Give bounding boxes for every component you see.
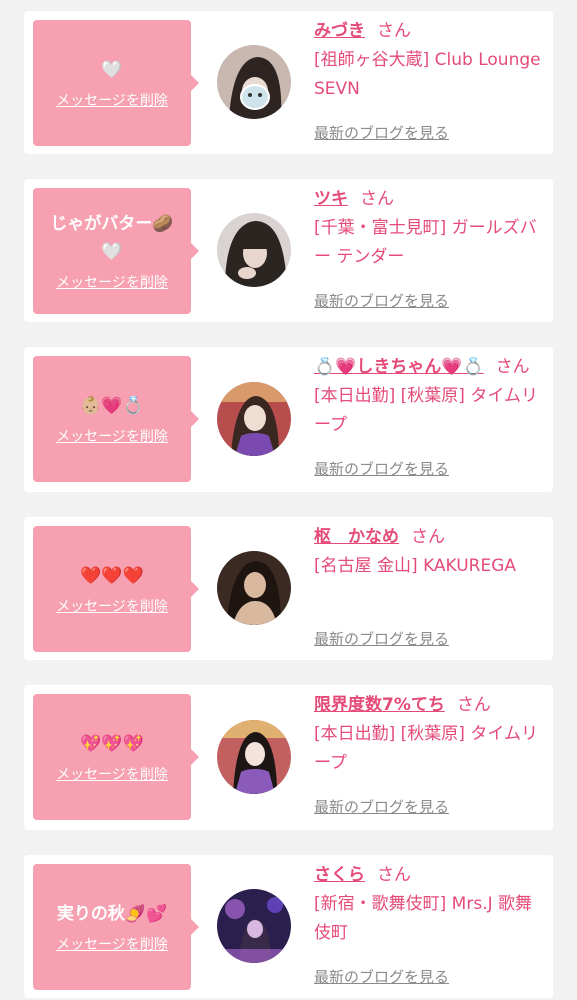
cast-name-link[interactable]: 💍💗しきちゃん💗💍 [314, 357, 484, 377]
message-text: ❤️❤️❤️ [80, 566, 144, 586]
favorite-card: 🤍 メッセージを削除 みづき さん [祖師ヶ谷大蔵] Club Lounge SE… [24, 11, 553, 154]
shop-name: [新宿・歌舞伎町] Mrs.J 歌舞伎町 [314, 894, 533, 943]
avatar[interactable] [217, 720, 291, 794]
delete-message-link[interactable]: メッセージを削除 [56, 90, 168, 110]
avatar[interactable] [217, 45, 291, 119]
avatar[interactable] [217, 382, 291, 456]
cast-name-link[interactable]: 限界度数7%てち [314, 695, 445, 715]
delete-message-link[interactable]: メッセージを削除 [56, 934, 168, 954]
honorific: さん [495, 357, 530, 377]
avatar[interactable] [217, 551, 291, 625]
shop-name: [名古屋 金山] KAKUREGA [314, 556, 517, 576]
favorite-card: 実りの秋🍠💕 メッセージを削除 さくら さん [新宿・歌舞伎町] Mrs.J 歌舞… [24, 855, 553, 998]
favorite-card: 💖💖💖 メッセージを削除 限界度数7%てち さん [本日出勤] [秋葉原] タイム… [24, 685, 553, 830]
favorite-card: ❤️❤️❤️ メッセージを削除 枢 かなめ さん [名古屋 金山] KAKUREG… [24, 517, 553, 660]
message-box: 💖💖💖 メッセージを削除 [33, 694, 199, 820]
cast-name-link[interactable]: みづき [314, 21, 365, 41]
favorite-info: さくら さん [新宿・歌舞伎町] Mrs.J 歌舞伎町 [314, 861, 544, 948]
honorific: さん [456, 695, 491, 715]
honorific: さん [360, 189, 394, 209]
message-text: 🤍 [101, 60, 123, 80]
delete-message-link[interactable]: メッセージを削除 [56, 764, 168, 784]
shop-name: [祖師ヶ谷大蔵] Club Lounge SEVN [314, 50, 541, 99]
favorite-info: 枢 かなめ さん [名古屋 金山] KAKUREGA [314, 523, 544, 581]
message-box: じゃがバター🥔🤍 メッセージを削除 [33, 188, 199, 314]
favorites-list: 🤍 メッセージを削除 みづき さん [祖師ヶ谷大蔵] Club Lounge SE… [0, 0, 577, 1000]
avatar[interactable] [217, 889, 291, 963]
delete-message-link[interactable]: メッセージを削除 [56, 426, 168, 446]
cast-name-link[interactable]: ツキ [314, 189, 348, 209]
latest-blog-link[interactable]: 最新のブログを見る [314, 290, 449, 311]
latest-blog-link[interactable]: 最新のブログを見る [314, 796, 449, 817]
message-text: 💖💖💖 [80, 734, 144, 754]
message-box: 🤍 メッセージを削除 [33, 20, 199, 146]
shop-name: [千葉・富士見町] ガールズバー テンダー [314, 218, 537, 267]
latest-blog-link[interactable]: 最新のブログを見る [314, 122, 449, 143]
message-text: じゃがバター🥔🤍 [50, 214, 174, 262]
honorific: さん [377, 865, 411, 885]
favorite-info: 💍💗しきちゃん💗💍 さん [本日出勤] [秋葉原] タイムリープ [314, 353, 544, 440]
favorite-card: 👶🏼💗💍 メッセージを削除 💍💗しきちゃん💗💍 さん [本日出勤] [秋葉原] タ… [24, 347, 553, 492]
message-box: ❤️❤️❤️ メッセージを削除 [33, 526, 199, 652]
favorite-info: 限界度数7%てち さん [本日出勤] [秋葉原] タイムリープ [314, 691, 544, 778]
latest-blog-link[interactable]: 最新のブログを見る [314, 966, 449, 987]
avatar[interactable] [217, 213, 291, 287]
favorite-info: みづき さん [祖師ヶ谷大蔵] Club Lounge SEVN [314, 17, 544, 104]
cast-name-link[interactable]: さくら [314, 865, 365, 885]
honorific: さん [377, 21, 411, 41]
latest-blog-link[interactable]: 最新のブログを見る [314, 458, 449, 479]
message-text: 実りの秋🍠💕 [56, 904, 168, 924]
message-box: 実りの秋🍠💕 メッセージを削除 [33, 864, 199, 990]
delete-message-link[interactable]: メッセージを削除 [56, 272, 168, 292]
face-sticker-icon [240, 84, 270, 110]
message-box: 👶🏼💗💍 メッセージを削除 [33, 356, 199, 482]
cast-name-link[interactable]: 枢 かなめ [314, 527, 399, 547]
shop-name: [本日出勤] [秋葉原] タイムリープ [314, 386, 538, 435]
latest-blog-link[interactable]: 最新のブログを見る [314, 628, 449, 649]
message-text: 👶🏼💗💍 [80, 396, 144, 416]
delete-message-link[interactable]: メッセージを削除 [56, 596, 168, 616]
favorite-info: ツキ さん [千葉・富士見町] ガールズバー テンダー [314, 185, 544, 272]
shop-name: [本日出勤] [秋葉原] タイムリープ [314, 724, 538, 773]
honorific: さん [411, 527, 445, 547]
favorite-card: じゃがバター🥔🤍 メッセージを削除 ツキ さん [千葉・富士見町] ガールズバー … [24, 179, 553, 322]
